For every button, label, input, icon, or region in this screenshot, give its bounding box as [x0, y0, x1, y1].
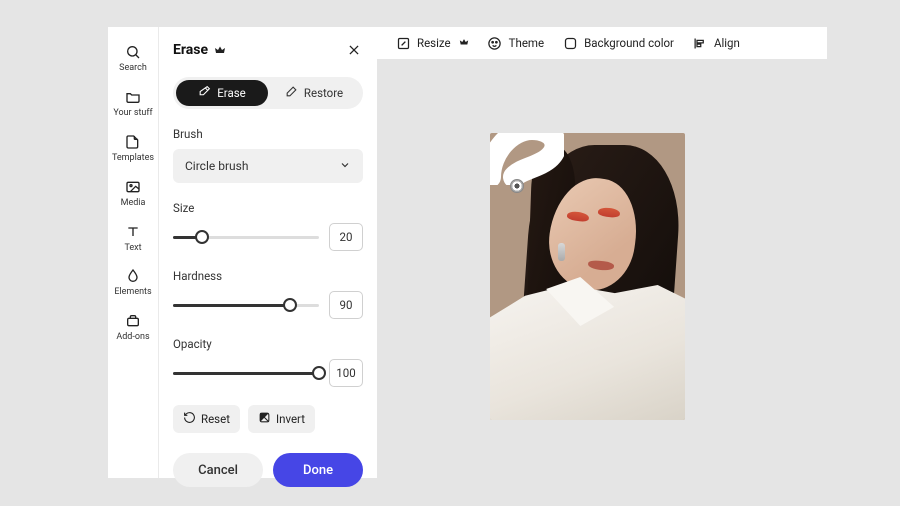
search-icon	[124, 43, 142, 61]
resize-icon	[395, 35, 411, 51]
premium-crown-icon	[214, 44, 226, 56]
theme-tool[interactable]: Theme	[481, 31, 550, 55]
brush-label: Brush	[173, 127, 363, 141]
brush-icon	[285, 85, 298, 101]
resize-label: Resize	[417, 36, 451, 50]
done-button[interactable]: Done	[273, 453, 363, 487]
media-icon	[124, 178, 142, 196]
opacity-slider[interactable]	[173, 364, 319, 382]
folder-icon	[124, 88, 142, 106]
hardness-slider-thumb[interactable]	[283, 298, 297, 312]
brush-dropdown-value: Circle brush	[185, 159, 248, 173]
opacity-value-input[interactable]: 100	[329, 359, 363, 387]
erase-mode-label: Erase	[217, 86, 246, 100]
resize-tool[interactable]: Resize	[389, 31, 475, 55]
close-button[interactable]	[345, 41, 363, 59]
align-icon	[692, 35, 708, 51]
sidebar-item-media[interactable]: Media	[108, 178, 158, 209]
panel-title: Erase	[173, 42, 208, 58]
erase-stroke	[490, 133, 564, 185]
addons-icon	[124, 312, 142, 330]
template-icon	[124, 133, 142, 151]
elements-icon	[124, 267, 142, 285]
reset-button[interactable]: Reset	[173, 405, 240, 433]
background-color-icon	[562, 35, 578, 51]
mode-segmented-control: Erase Restore	[173, 77, 363, 109]
align-label: Align	[714, 36, 740, 50]
size-value-input[interactable]: 20	[329, 223, 363, 251]
premium-crown-icon	[459, 36, 469, 50]
theme-label: Theme	[509, 36, 544, 50]
restore-mode-button[interactable]: Restore	[268, 80, 360, 106]
size-slider[interactable]	[173, 228, 319, 246]
sidebar-item-label: Elements	[114, 288, 151, 298]
hardness-value-input[interactable]: 90	[329, 291, 363, 319]
theme-icon	[487, 35, 503, 51]
sidebar-item-label: Your stuff	[113, 109, 152, 119]
sidebar-item-templates[interactable]: Templates	[108, 133, 158, 164]
hardness-label: Hardness	[173, 269, 363, 283]
canvas-toolbar: Resize Theme Background color Align	[377, 27, 827, 59]
panel-header: Erase	[173, 41, 363, 59]
opacity-label: Opacity	[173, 337, 363, 351]
text-icon	[124, 223, 142, 241]
hardness-slider[interactable]	[173, 296, 319, 314]
size-slider-thumb[interactable]	[195, 230, 209, 244]
erase-mode-button[interactable]: Erase	[176, 80, 268, 106]
size-label: Size	[173, 201, 363, 215]
invert-label: Invert	[276, 412, 305, 426]
brush-cursor	[510, 179, 524, 193]
sidebar-item-elements[interactable]: Elements	[108, 267, 158, 298]
canvas-image[interactable]	[490, 133, 685, 420]
sidebar-item-label: Media	[121, 199, 146, 209]
erase-panel: Erase Erase Restore	[158, 27, 377, 478]
background-color-label: Background color	[584, 36, 674, 50]
eraser-icon	[198, 85, 211, 101]
opacity-slider-thumb[interactable]	[312, 366, 326, 380]
sidebar-item-search[interactable]: Search	[108, 43, 158, 74]
sidebar-item-your-stuff[interactable]: Your stuff	[108, 88, 158, 119]
sidebar-item-text[interactable]: Text	[108, 223, 158, 254]
portrait-earring	[558, 243, 565, 261]
cancel-button[interactable]: Cancel	[173, 453, 263, 487]
sidebar-item-add-ons[interactable]: Add-ons	[108, 312, 158, 343]
chevron-down-icon	[339, 159, 351, 174]
invert-button[interactable]: Invert	[248, 405, 315, 433]
brush-dropdown[interactable]: Circle brush	[173, 149, 363, 183]
background-color-tool[interactable]: Background color	[556, 31, 680, 55]
sidebar-item-label: Templates	[112, 154, 154, 164]
reset-icon	[183, 411, 196, 427]
sidebar-item-label: Text	[124, 244, 141, 254]
sidebar-item-label: Add-ons	[116, 333, 149, 343]
sidebar-item-label: Search	[119, 64, 147, 74]
left-sidebar: Search Your stuff Templates Media Text	[108, 27, 158, 478]
invert-icon	[258, 411, 271, 427]
reset-label: Reset	[201, 412, 230, 426]
restore-mode-label: Restore	[304, 86, 343, 100]
align-tool[interactable]: Align	[686, 31, 746, 55]
